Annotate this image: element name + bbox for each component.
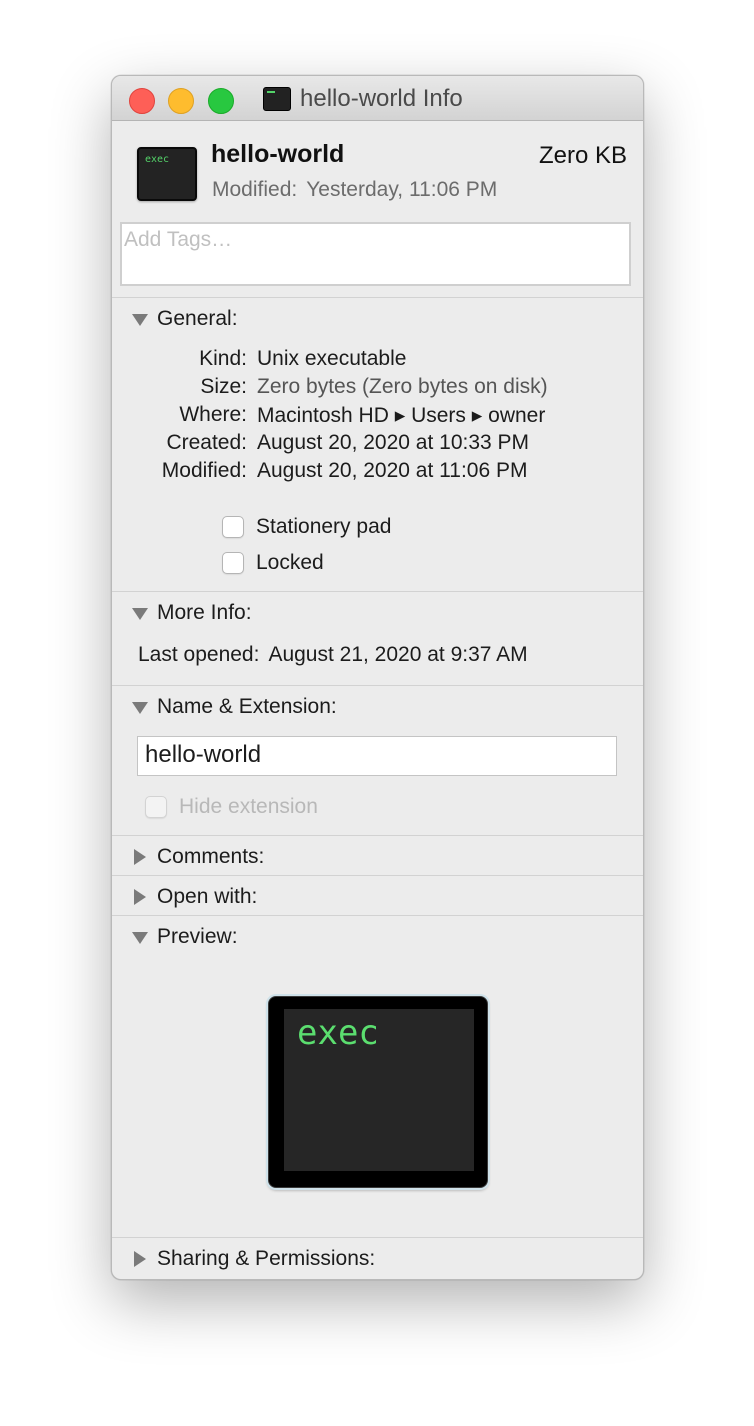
stationery-pad-label[interactable]: Stationery pad (256, 515, 391, 539)
tags-field[interactable] (120, 222, 631, 286)
created-value: August 20, 2020 at 10:33 PM (257, 431, 530, 454)
kind-label: Kind: (199, 347, 247, 370)
general-row-kind: Kind: Unix executable (112, 347, 643, 375)
section-comments-header[interactable]: Comments: (130, 843, 264, 871)
window-title: hello-world Info (300, 85, 463, 112)
last-opened-label: Last opened: (138, 643, 260, 666)
disclosure-triangle-expanded-icon[interactable] (130, 305, 152, 333)
divider (112, 835, 643, 836)
modified-label: Modified: (212, 178, 298, 201)
section-comments-label: Comments: (157, 845, 265, 868)
locked-option[interactable]: Locked (222, 549, 324, 577)
modified-date-label: Modified: (161, 459, 247, 482)
hide-extension-checkbox (145, 796, 167, 818)
hide-extension-label: Hide extension (179, 795, 318, 818)
disclosure-triangle-expanded-icon[interactable] (130, 923, 152, 951)
section-name-extension-header[interactable]: Name & Extension: (130, 693, 337, 721)
general-row-where: Where: Macintosh HD ▸ Users ▸ owner (112, 403, 643, 431)
section-name-extension-label: Name & Extension: (157, 695, 337, 718)
file-size: Zero KB (538, 142, 627, 169)
section-preview-header[interactable]: Preview: (130, 923, 238, 951)
file-name: hello-world (211, 140, 345, 168)
zoom-button[interactable] (208, 88, 234, 114)
divider (112, 875, 643, 876)
general-row-size: Size: Zero bytes (Zero bytes on disk) (112, 375, 643, 403)
disclosure-triangle-collapsed-icon[interactable] (130, 1245, 152, 1273)
general-row-created: Created: August 20, 2020 at 10:33 PM (112, 431, 643, 459)
kind-value: Unix executable (257, 347, 407, 370)
terminal-file-icon (263, 87, 291, 111)
last-opened-value: August 21, 2020 at 9:37 AM (268, 643, 528, 666)
preview-executable-icon: exec (268, 996, 488, 1188)
disclosure-triangle-collapsed-icon[interactable] (130, 883, 152, 911)
modified-date-value: August 20, 2020 at 11:06 PM (257, 459, 528, 482)
title-bar[interactable]: hello-world Info (112, 76, 643, 121)
stationery-pad-option[interactable]: Stationery pad (222, 513, 391, 541)
close-button[interactable] (129, 88, 155, 114)
preview-terminal-screen: exec (284, 1009, 474, 1171)
created-label: Created: (166, 431, 247, 454)
modified-value: Yesterday, 11:06 PM (306, 178, 498, 201)
where-value: Macintosh HD ▸ Users ▸ owner (257, 404, 546, 427)
name-field[interactable]: hello-world (137, 736, 617, 776)
divider (112, 297, 643, 298)
hide-extension-option: Hide extension (145, 793, 318, 821)
section-sharing-permissions-label: Sharing & Permissions: (157, 1247, 376, 1270)
preview-icon-text: exec (297, 1013, 379, 1053)
section-open-with-header[interactable]: Open with: (130, 883, 257, 911)
disclosure-triangle-expanded-icon[interactable] (130, 693, 152, 721)
size-label: Size: (200, 375, 247, 398)
minimize-button[interactable] (168, 88, 194, 114)
divider (112, 1237, 643, 1238)
disclosure-triangle-collapsed-icon[interactable] (130, 843, 152, 871)
section-more-info-label: More Info: (157, 601, 252, 624)
divider (112, 915, 643, 916)
where-label: Where: (179, 403, 247, 426)
locked-checkbox[interactable] (222, 552, 244, 574)
file-icon-text: exec (145, 154, 170, 165)
modified-summary: Modified: Yesterday, 11:06 PM (212, 178, 497, 202)
section-open-with-label: Open with: (157, 885, 258, 908)
divider (112, 685, 643, 686)
executable-file-icon: exec (137, 147, 197, 201)
divider (112, 591, 643, 592)
info-window: hello-world Info exec hello-world Zero K… (111, 75, 644, 1280)
locked-label[interactable]: Locked (256, 551, 324, 575)
section-general-header[interactable]: General: (130, 305, 238, 333)
stationery-pad-checkbox[interactable] (222, 516, 244, 538)
last-opened-row: Last opened: August 21, 2020 at 9:37 AM (138, 643, 528, 667)
disclosure-triangle-expanded-icon[interactable] (130, 599, 152, 627)
size-value: Zero bytes (Zero bytes on disk) (257, 375, 548, 398)
section-preview-label: Preview: (157, 925, 238, 948)
section-general-label: General: (157, 307, 238, 330)
tags-input[interactable] (122, 224, 629, 252)
section-sharing-permissions-header[interactable]: Sharing & Permissions: (130, 1245, 375, 1273)
section-more-info-header[interactable]: More Info: (130, 599, 252, 627)
general-row-modified: Modified: August 20, 2020 at 11:06 PM (112, 459, 643, 487)
